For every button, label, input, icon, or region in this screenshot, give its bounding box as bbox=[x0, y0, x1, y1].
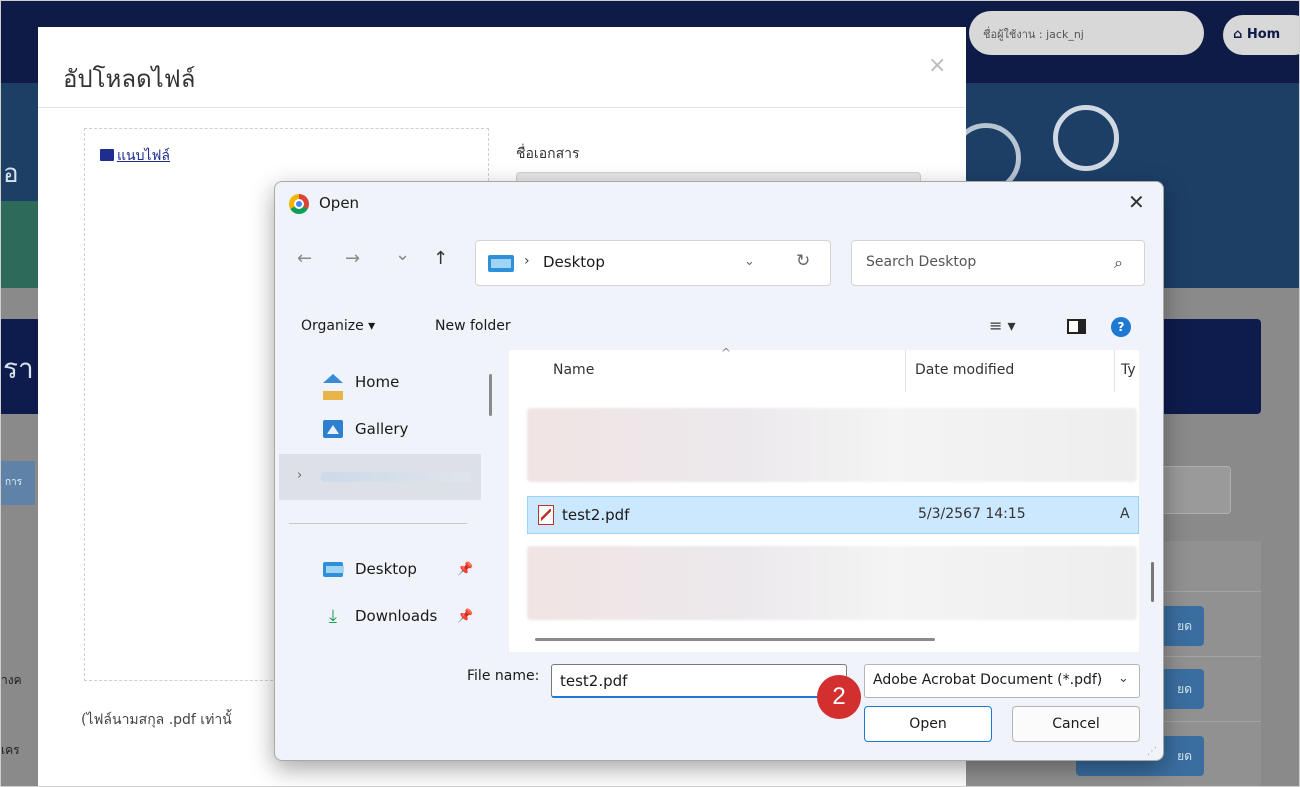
home-icon bbox=[323, 374, 343, 400]
attach-file-link[interactable]: แนบไฟล์ bbox=[100, 145, 170, 167]
search-placeholder: Search Desktop bbox=[866, 254, 977, 270]
user-menu-pill[interactable]: ชื่อผู้ใช้งาน : jack_nj bbox=[969, 11, 1204, 55]
download-icon: ⤓ bbox=[329, 606, 337, 627]
file-name-value: test2.pdf bbox=[560, 672, 628, 690]
column-header-name[interactable]: Name bbox=[553, 362, 594, 378]
view-options-icon[interactable]: ≡ ▾ bbox=[989, 316, 1016, 335]
cancel-button[interactable]: Cancel bbox=[1012, 706, 1140, 742]
search-icon: ⌕ bbox=[1114, 253, 1123, 272]
desktop-icon bbox=[323, 562, 344, 577]
file-date-cell: 5/3/2567 14:15 bbox=[918, 506, 1026, 522]
file-type-note: (ไฟล์นามสกุล .pdf เท่านั้ bbox=[81, 712, 232, 728]
up-arrow-icon[interactable]: ↑ bbox=[433, 248, 448, 269]
nav-pane-scrollbar[interactable] bbox=[489, 374, 492, 416]
background-left-tab[interactable]: การ bbox=[1, 461, 35, 505]
breadcrumb-separator: › bbox=[524, 253, 530, 269]
file-type-select[interactable]: Adobe Acrobat Document (*.pdf) ⌄ bbox=[864, 664, 1140, 698]
home-button-label: Hom bbox=[1246, 27, 1281, 42]
blurred-label bbox=[321, 472, 471, 482]
file-name-cell: test2.pdf bbox=[562, 506, 630, 524]
background-left-row-text: เคร bbox=[1, 743, 20, 757]
sidebar-item-downloads[interactable]: Downloads bbox=[355, 607, 437, 625]
background-banner-fragment: รา bbox=[3, 352, 34, 385]
sidebar-item-desktop[interactable]: Desktop bbox=[355, 560, 417, 578]
column-divider[interactable] bbox=[905, 350, 906, 392]
modal-close-button[interactable]: × bbox=[928, 53, 946, 78]
open-file-dialog: Open ✕ ← → ⌄ ↑ › Desktop ⌄ ↻ Search Desk… bbox=[274, 181, 1164, 761]
document-name-label: ชื่อเอกสาร bbox=[516, 146, 580, 162]
file-list-vertical-scrollbar[interactable] bbox=[1151, 562, 1154, 602]
background-hero-accent bbox=[1, 201, 41, 288]
file-name-input[interactable]: test2.pdf bbox=[551, 664, 847, 698]
pin-icon: 📌 bbox=[457, 562, 474, 577]
sidebar-item-gallery[interactable]: Gallery bbox=[355, 420, 408, 438]
background-shield-icon bbox=[1053, 105, 1119, 171]
column-header-type[interactable]: Ty bbox=[1121, 362, 1136, 378]
dialog-title: Open bbox=[319, 194, 360, 212]
background-left-row-text: างค bbox=[1, 673, 22, 687]
sidebar-item-home[interactable]: Home bbox=[355, 373, 399, 391]
preview-pane-icon[interactable] bbox=[1067, 319, 1086, 334]
screenshot-frame: อ นต รา ยด ยด ยด การ างค เคร ชื่อผู้ใช้ง… bbox=[0, 0, 1300, 787]
pdf-file-icon bbox=[538, 505, 554, 525]
forward-arrow-icon[interactable]: → bbox=[345, 248, 360, 269]
file-list-pane: Name ^ Date modified Ty test2.pdf 5/3/25… bbox=[509, 346, 1139, 652]
background-banner: รา bbox=[1, 319, 41, 414]
chrome-icon bbox=[289, 194, 309, 214]
file-row-selected[interactable]: test2.pdf 5/3/2567 14:15 A bbox=[527, 496, 1139, 534]
pin-icon: 📌 bbox=[457, 609, 474, 624]
back-arrow-icon[interactable]: ← bbox=[297, 248, 312, 269]
address-dropdown-chevron-icon[interactable]: ⌄ bbox=[744, 254, 755, 269]
new-folder-button[interactable]: New folder bbox=[435, 318, 511, 334]
column-header-divider[interactable] bbox=[1114, 350, 1115, 392]
refresh-icon[interactable]: ↻ bbox=[796, 251, 810, 271]
file-type-value: Adobe Acrobat Document (*.pdf) bbox=[873, 672, 1103, 688]
modal-title: อัปโหลดไฟล์ bbox=[63, 65, 196, 93]
attach-file-label: แนบไฟล์ bbox=[117, 148, 171, 164]
expand-chevron-icon[interactable]: › bbox=[297, 468, 302, 483]
nav-divider bbox=[289, 523, 467, 524]
search-input[interactable]: Search Desktop ⌕ bbox=[851, 240, 1145, 286]
modal-divider bbox=[38, 107, 966, 108]
recent-locations-chevron-icon[interactable]: ⌄ bbox=[395, 244, 410, 265]
help-icon[interactable]: ? bbox=[1111, 317, 1131, 337]
step-number-badge: 2 bbox=[817, 675, 861, 719]
file-type-cell: A bbox=[1120, 506, 1130, 522]
address-bar[interactable]: › Desktop ⌄ ↻ bbox=[475, 240, 831, 286]
organize-menu[interactable]: Organize ▾ bbox=[301, 318, 375, 334]
file-list-horizontal-scrollbar[interactable] bbox=[535, 638, 935, 641]
file-name-label: File name: bbox=[467, 668, 540, 684]
desktop-folder-icon bbox=[488, 255, 514, 272]
open-button[interactable]: Open bbox=[864, 706, 992, 742]
gallery-icon bbox=[323, 420, 343, 438]
background-hero-fragment: อ bbox=[3, 159, 19, 189]
file-row-blurred[interactable] bbox=[527, 546, 1137, 620]
sort-ascending-icon: ^ bbox=[721, 346, 732, 360]
file-type-chevron-icon: ⌄ bbox=[1118, 671, 1129, 686]
column-header-date-modified[interactable]: Date modified bbox=[915, 362, 1014, 378]
sidebar-item-blurred[interactable]: › bbox=[279, 454, 481, 500]
dialog-close-button[interactable]: ✕ bbox=[1128, 190, 1145, 214]
attach-folder-icon bbox=[100, 149, 114, 161]
home-button[interactable]: ⌂ Hom bbox=[1223, 15, 1299, 55]
resize-grip-icon[interactable]: ⋰ bbox=[1147, 746, 1157, 757]
breadcrumb-desktop[interactable]: Desktop bbox=[543, 253, 605, 271]
file-row-blurred[interactable] bbox=[527, 408, 1137, 482]
